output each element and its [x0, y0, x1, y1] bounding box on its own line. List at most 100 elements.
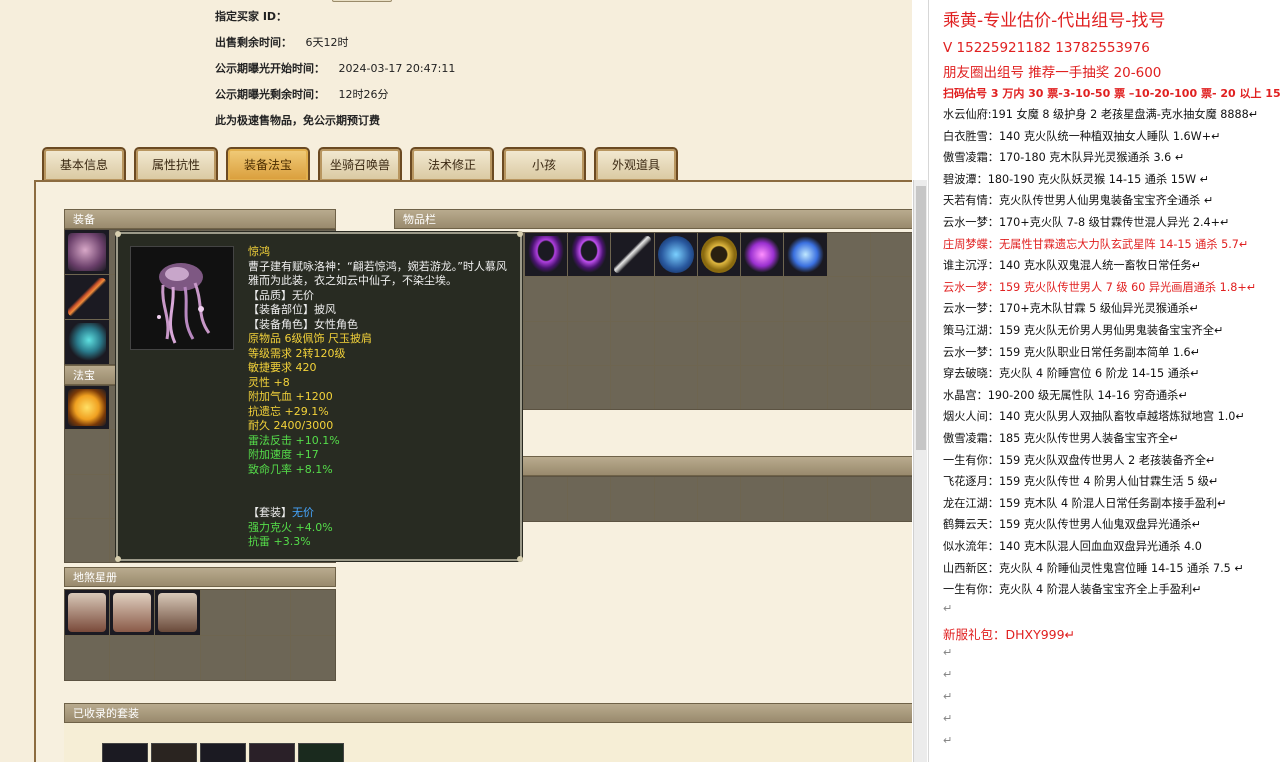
doc-entry: 傲雪凌霜：170-180 克木队异光灵猴通杀 3.6 ↵ — [943, 151, 1185, 165]
storage-slot[interactable] — [784, 477, 827, 521]
inventory-slot[interactable] — [827, 365, 870, 409]
inventory-slot[interactable] — [654, 365, 697, 409]
star-book-slot[interactable] — [290, 590, 335, 635]
doc-entry: 山西新区：克火队 4 阶睡仙灵性鬼宫位睡 14-15 通杀 7.5 ↵ — [943, 561, 1244, 575]
treasure-slot[interactable] — [65, 386, 110, 430]
set-icon[interactable] — [200, 743, 246, 762]
inventory-slot[interactable] — [827, 321, 870, 365]
inventory-slot[interactable] — [741, 277, 784, 321]
item-tooltip: 惊鸿 曹子建有赋咏洛神：“翩若惊鸿，婉若游龙。”时人慕风雅而为此装，衣之如云中仙… — [115, 231, 523, 562]
star-book-slot[interactable] — [245, 635, 290, 680]
inventory-item-crystal[interactable] — [741, 233, 784, 277]
star-book-card[interactable] — [155, 590, 200, 635]
inventory-slot[interactable] — [741, 321, 784, 365]
tab-appearance[interactable]: 外观道具 — [594, 147, 678, 181]
inventory-slot[interactable] — [870, 321, 912, 365]
item-stat: 附加速度 +17 — [248, 448, 319, 461]
inventory-slot[interactable] — [524, 365, 567, 409]
equip-slot-cloak[interactable] — [65, 230, 110, 274]
item-stat: 致命几率 +8.1% — [248, 462, 333, 476]
storage-slot[interactable] — [654, 477, 697, 521]
inventory-item-sword[interactable] — [611, 233, 654, 277]
star-book-card[interactable] — [110, 590, 155, 635]
inventory-slot[interactable] — [611, 321, 654, 365]
treasure-slot[interactable] — [65, 474, 110, 518]
inventory-item-necklace[interactable] — [524, 233, 567, 277]
tab-mounts-summons[interactable]: 坐骑召唤兽 — [318, 147, 402, 181]
star-book-card[interactable] — [65, 590, 110, 635]
tab-children[interactable]: 小孩 — [502, 147, 586, 181]
set-icon[interactable] — [151, 743, 197, 762]
remaining-time-row: 出售剩余时间： 6天12时 — [215, 34, 349, 50]
inventory-slot[interactable] — [827, 277, 870, 321]
inventory-item-necklace[interactable] — [568, 233, 611, 277]
storage-slot[interactable] — [568, 477, 611, 521]
tooltip-corner — [517, 556, 523, 562]
item-set-stat: 抗雷 +3.3% — [248, 535, 311, 548]
inventory-slot[interactable] — [784, 277, 827, 321]
inventory-slot[interactable] — [611, 277, 654, 321]
star-book-header: 地煞星册 — [64, 567, 336, 587]
set-icon[interactable] — [298, 743, 344, 762]
star-book-slot[interactable] — [200, 590, 245, 635]
treasure-slot[interactable] — [65, 518, 110, 562]
inventory-slot[interactable] — [568, 277, 611, 321]
tab-attributes[interactable]: 属性抗性 — [134, 147, 218, 181]
inventory-item-medal[interactable] — [697, 233, 740, 277]
inventory-slot[interactable] — [611, 365, 654, 409]
inventory-slot[interactable] — [697, 321, 740, 365]
storage-slot[interactable] — [741, 477, 784, 521]
storage-slot[interactable] — [611, 477, 654, 521]
scrollbar-thumb[interactable] — [916, 186, 926, 450]
inventory-slot[interactable] — [654, 277, 697, 321]
star-book-slot[interactable] — [65, 635, 110, 680]
item-image — [130, 246, 234, 350]
inventory-item-orb[interactable] — [654, 233, 697, 277]
inventory-slot[interactable] — [568, 365, 611, 409]
tab-equipment-treasure[interactable]: 装备法宝 — [226, 147, 310, 181]
storage-slot[interactable] — [697, 477, 740, 521]
collected-sets-header: 已收录的套装 — [64, 703, 912, 723]
doc-entry: 龙在江湖：159 克木队 4 阶混人日常任务副本接手盈利↵ — [943, 496, 1227, 510]
inventory-slot[interactable] — [568, 321, 611, 365]
storage-slot[interactable] — [870, 477, 912, 521]
set-icon[interactable] — [102, 743, 148, 762]
inventory-slot[interactable] — [827, 233, 870, 277]
doc-gift-code: 新服礼包：DHXY999↵ — [943, 627, 1076, 642]
inventory-slot[interactable] — [697, 365, 740, 409]
star-book-slot[interactable] — [290, 635, 335, 680]
star-book-slot[interactable] — [245, 590, 290, 635]
inventory-slot[interactable] — [741, 365, 784, 409]
inventory-slot[interactable] — [784, 321, 827, 365]
publicity-start-label: 公示期曝光开始时间： — [215, 62, 325, 75]
inventory-slot[interactable] — [870, 233, 912, 277]
inventory-slot[interactable] — [524, 277, 567, 321]
treasure-slot[interactable] — [65, 430, 110, 474]
publicity-remaining-row: 公示期曝光剩余时间： 12时26分 — [215, 86, 389, 102]
equip-slot-accessory[interactable] — [65, 320, 110, 364]
inventory-slot[interactable] — [697, 277, 740, 321]
tab-basic-info[interactable]: 基本信息 — [42, 147, 126, 181]
storage-slot[interactable] — [524, 477, 567, 521]
item-durability: 耐久 2400/3000 — [248, 419, 334, 432]
inventory-item-gem[interactable] — [784, 233, 827, 277]
top-button[interactable] — [332, 0, 392, 2]
page-scrollbar[interactable] — [913, 180, 927, 762]
doc-paragraph-mark: ↵ — [943, 690, 953, 703]
star-book-slot[interactable] — [155, 635, 200, 680]
inventory-slot[interactable] — [870, 277, 912, 321]
star-book-slot[interactable] — [110, 635, 155, 680]
inventory-slot[interactable] — [524, 321, 567, 365]
star-book-slot[interactable] — [200, 635, 245, 680]
publicity-start-value: 2024-03-17 20:47:11 — [338, 62, 456, 75]
tab-spell-correction[interactable]: 法术修正 — [410, 147, 494, 181]
storage-slot[interactable] — [827, 477, 870, 521]
doc-entry: 云水一梦：159 克火队职业日常任务副本简单 1.6↵ — [943, 345, 1201, 359]
doc-pricing-line: 扫码估号 3 万内 30 票-3-10-50 票 –10-20-100 票- 2… — [943, 87, 1280, 100]
inventory-slot[interactable] — [784, 365, 827, 409]
set-icon[interactable] — [249, 743, 295, 762]
equip-slot-weapon[interactable] — [65, 275, 110, 319]
inventory-slot[interactable] — [870, 365, 912, 409]
inventory-slot[interactable] — [654, 321, 697, 365]
